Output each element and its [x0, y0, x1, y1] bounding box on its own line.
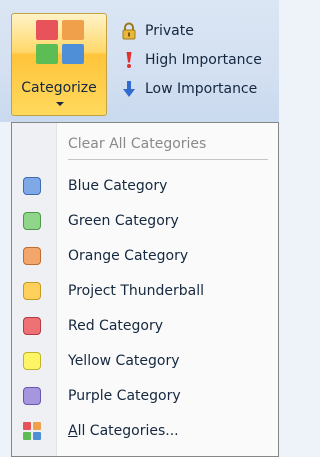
red-swatch-icon — [23, 317, 41, 335]
lock-icon — [119, 22, 139, 40]
orange-swatch-icon — [23, 247, 41, 265]
menu-item-green-category[interactable]: Green Category — [12, 206, 278, 236]
blue-swatch-icon — [23, 177, 41, 195]
menu-separator — [68, 159, 268, 160]
category-label: Orange Category — [68, 248, 189, 264]
menu-item-purple-category[interactable]: Purple Category — [12, 381, 278, 411]
down-arrow-icon — [119, 80, 139, 98]
green-swatch-icon — [23, 212, 41, 230]
menu-item-blue-category[interactable]: Blue Category — [12, 171, 278, 201]
private-button[interactable]: Private — [119, 19, 194, 43]
category-label: Yellow Category — [68, 353, 180, 369]
categorize-button[interactable]: Categorize — [11, 13, 107, 116]
low-importance-button[interactable]: Low Importance — [119, 77, 257, 101]
category-label: Red Category — [68, 318, 163, 334]
exclamation-icon — [119, 51, 139, 69]
all-categories-grid-icon — [23, 422, 41, 440]
low-importance-label: Low Importance — [145, 81, 258, 97]
clear-all-categories-label: Clear All Categories — [68, 136, 207, 152]
category-label: Blue Category — [68, 178, 168, 194]
category-label: Green Category — [68, 213, 179, 229]
high-importance-label: High Importance — [145, 52, 262, 68]
menu-item-project-thunderball[interactable]: Project Thunderball — [12, 276, 278, 306]
yellow-swatch-icon — [23, 352, 41, 370]
categorize-menu: Clear All Categories Blue Category Green… — [11, 122, 279, 457]
clear-all-categories-item[interactable]: Clear All Categories — [12, 129, 278, 159]
all-categories-label: All Categories... — [68, 423, 179, 439]
categorize-label: Categorize — [21, 80, 97, 96]
menu-item-red-category[interactable]: Red Category — [12, 311, 278, 341]
category-label: Purple Category — [68, 388, 181, 404]
category-label: Project Thunderball — [68, 283, 205, 299]
chevron-down-icon — [56, 102, 64, 106]
menu-item-orange-category[interactable]: Orange Category — [12, 241, 278, 271]
categorize-grid-icon — [36, 20, 84, 64]
menu-item-all-categories[interactable]: All Categories... — [12, 416, 278, 446]
high-importance-button[interactable]: High Importance — [119, 48, 262, 72]
purple-swatch-icon — [23, 387, 41, 405]
orange-yellow-swatch-icon — [23, 282, 41, 300]
private-label: Private — [145, 23, 194, 39]
menu-item-yellow-category[interactable]: Yellow Category — [12, 346, 278, 376]
